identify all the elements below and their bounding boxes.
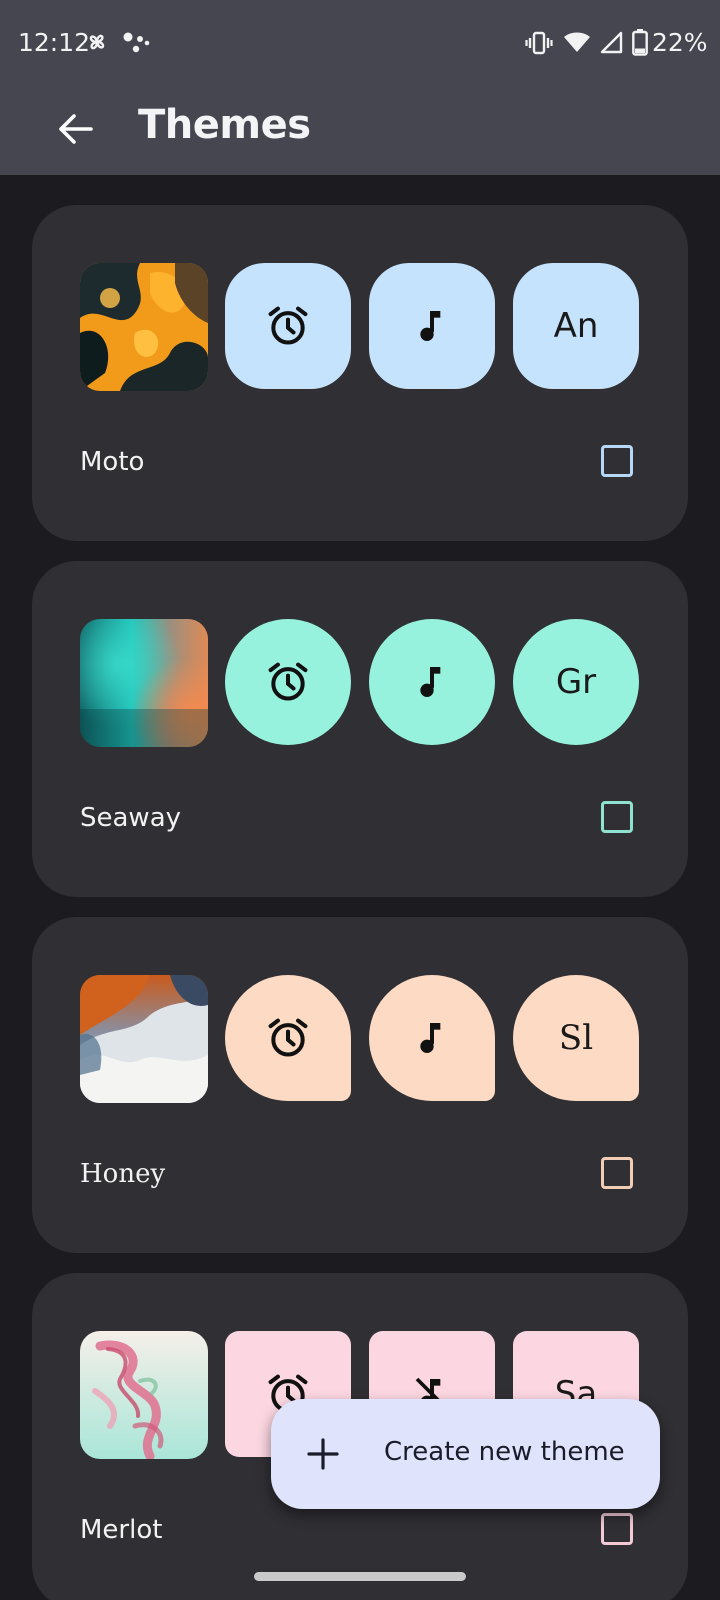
home-indicator[interactable] [254,1572,466,1581]
theme-checkbox[interactable] [601,801,633,833]
alarm-clock-icon [268,306,308,345]
theme-checkbox[interactable] [601,1157,633,1189]
battery-percent: 22% [652,28,708,57]
font-sample: Sl [558,1018,594,1058]
music-note-icon [420,311,441,341]
clock-preview-tile [225,975,351,1101]
theme-checkbox[interactable] [601,1513,633,1545]
create-new-theme-label: Create new theme [384,1437,625,1467]
theme-card-moto[interactable]: An Moto [32,205,688,541]
music-preview-tile [369,975,495,1101]
assistant-dots-icon [123,32,150,53]
status-bar: 12:12 22% [0,0,720,86]
clock-preview-tile [225,619,351,745]
font-preview-tile: Gr [513,619,639,745]
create-new-theme-button[interactable]: Create new theme [271,1399,660,1509]
alarm-clock-icon [268,662,308,701]
pinwheel-icon [89,34,105,50]
wallpaper-thumbnail [80,975,208,1103]
back-button[interactable] [44,98,106,160]
battery-icon [632,29,648,56]
status-time: 12:12 [18,28,91,57]
wallpaper-thumbnail [80,263,208,391]
theme-card-honey[interactable]: Sl Honey [32,917,688,1253]
page-title: Themes [138,102,311,148]
font-sample: Gr [555,662,597,702]
arrow-left-icon [59,114,93,144]
alarm-clock-icon [268,1018,308,1057]
theme-name: Seaway [80,803,182,833]
music-preview-tile [369,619,495,745]
vibrate-icon [525,31,553,55]
wifi-icon [564,32,590,52]
font-preview-tile: An [513,263,639,389]
signal-icon [600,31,623,54]
wallpaper-thumbnail [80,619,208,747]
theme-name: Honey [80,1159,166,1189]
app-bar: Themes [0,86,720,175]
music-note-icon [420,667,441,697]
plus-icon [307,1438,339,1470]
theme-card-seaway[interactable]: Gr Seaway [32,561,688,897]
theme-name: Moto [80,447,145,477]
font-sample: An [553,306,599,346]
clock-preview-tile [225,263,351,389]
music-note-icon [420,1023,441,1053]
theme-checkbox[interactable] [601,445,633,477]
wallpaper-thumbnail [80,1331,208,1459]
font-preview-tile: Sl [513,975,639,1101]
theme-name: Merlot [80,1515,163,1545]
music-preview-tile [369,263,495,389]
